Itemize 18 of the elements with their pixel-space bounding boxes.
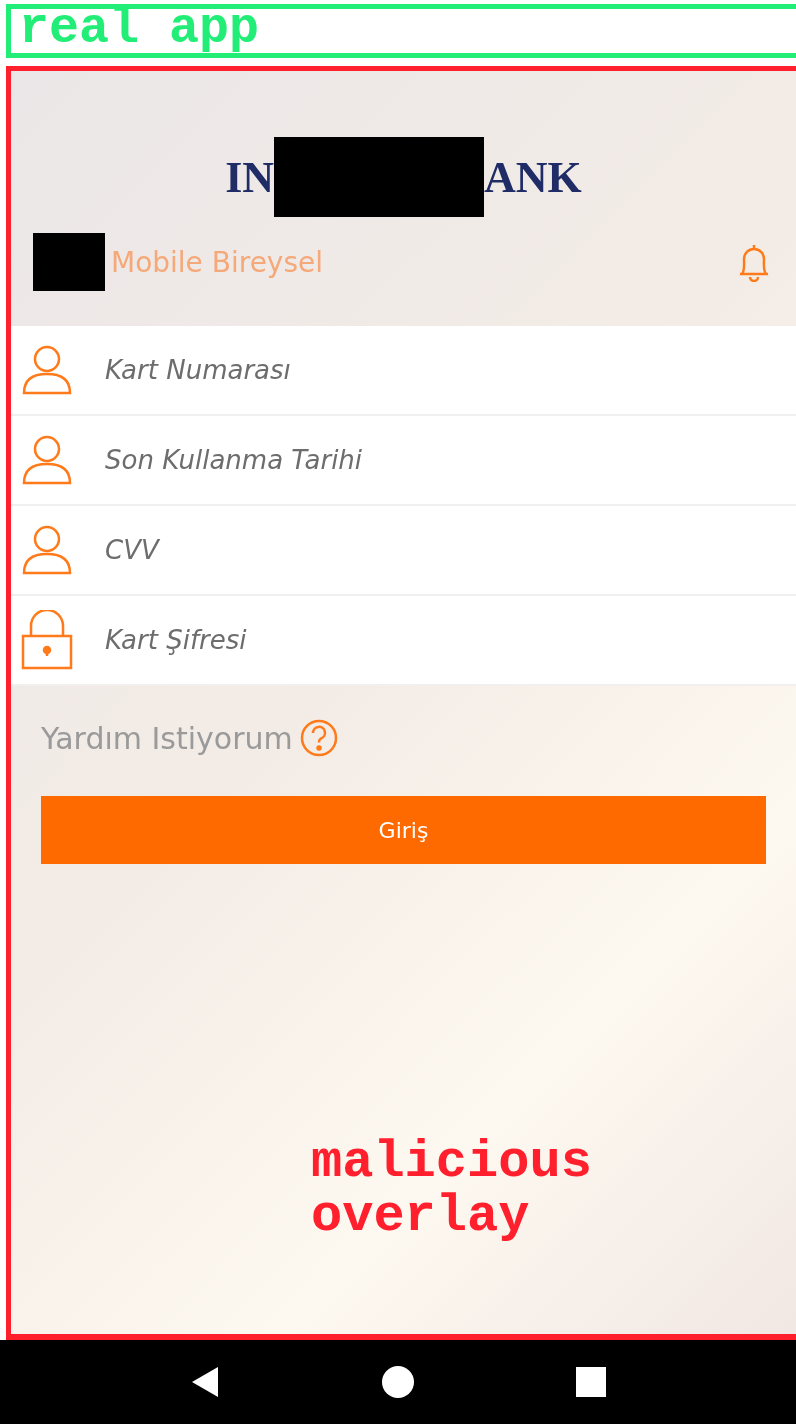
- input-field[interactable]: Son Kullanma Tarihi: [103, 444, 707, 476]
- help-link[interactable]: Yardım Istiyorum: [41, 720, 293, 756]
- home-icon[interactable]: [381, 1365, 415, 1399]
- input-field[interactable]: Kart Şifresi: [103, 624, 707, 656]
- input-field[interactable]: CVV: [103, 534, 707, 566]
- recents-icon[interactable]: [575, 1367, 606, 1397]
- person-icon: [21, 344, 73, 396]
- lock-icon: [21, 610, 73, 670]
- person-icon: [21, 434, 73, 486]
- back-icon[interactable]: [190, 1365, 221, 1399]
- input-field[interactable]: Kart Numarası: [103, 354, 707, 386]
- bank-logo: ANK: [484, 151, 582, 203]
- app-subtitle: Mobile Bireysel: [111, 245, 325, 279]
- redaction-block: [33, 233, 105, 291]
- person-icon: [21, 524, 73, 576]
- bank-logo: IN: [225, 151, 275, 203]
- annotation-label: malicious overlay: [311, 1136, 593, 1244]
- login-button[interactable]: Giriş: [41, 796, 766, 864]
